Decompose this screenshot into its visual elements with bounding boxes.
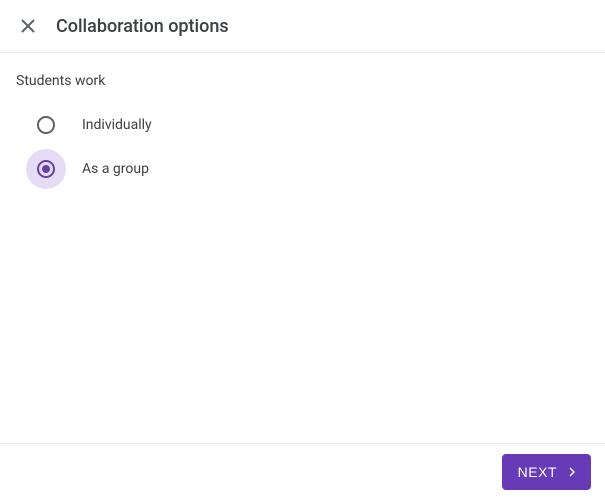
- section-label-students-work: Students work: [16, 73, 589, 89]
- dialog-header: Collaboration options: [0, 0, 605, 53]
- close-icon: [20, 18, 36, 34]
- radio-individually-wrap: [26, 105, 66, 145]
- next-button[interactable]: NEXT: [502, 454, 591, 490]
- close-button[interactable]: [16, 14, 40, 38]
- option-individually-label: Individually: [82, 117, 152, 133]
- next-button-label: NEXT: [518, 464, 557, 480]
- page-title: Collaboration options: [56, 16, 229, 37]
- content-area: Students work Individually As a group: [0, 53, 605, 443]
- radio-selected-icon: [37, 160, 55, 178]
- radio-unselected-icon: [37, 116, 55, 134]
- dialog-footer: NEXT: [0, 443, 605, 500]
- radio-group-wrap: [26, 149, 66, 189]
- chevron-right-icon: [563, 463, 581, 481]
- option-as-a-group[interactable]: As a group: [16, 147, 589, 191]
- option-individually[interactable]: Individually: [16, 103, 589, 147]
- option-as-a-group-label: As a group: [82, 161, 149, 177]
